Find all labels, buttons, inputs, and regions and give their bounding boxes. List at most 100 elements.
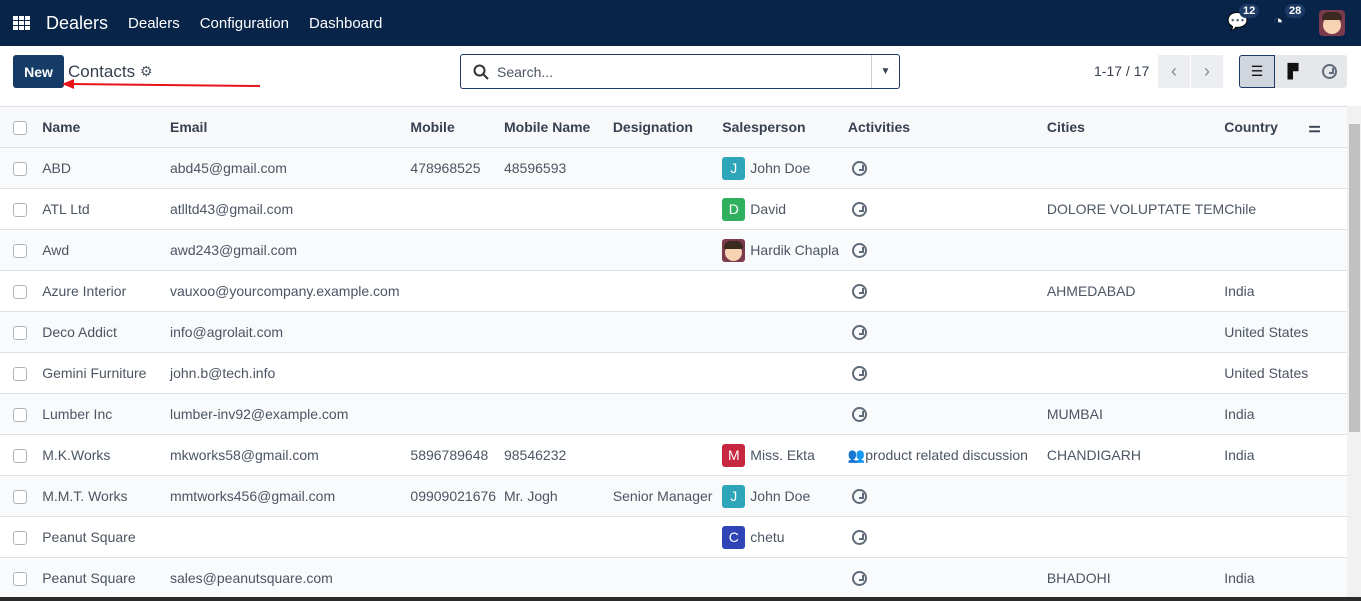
row-checkbox[interactable]: [13, 367, 27, 382]
salesperson[interactable]: M Miss. Ekta: [722, 443, 848, 467]
table-row[interactable]: Peanut Square Cchetu: [0, 516, 1347, 558]
messages-button[interactable]: 💬 12: [1227, 4, 1260, 34]
activity-summary[interactable]: product related discussion: [865, 447, 1028, 463]
salesperson[interactable]: Cchetu: [722, 525, 848, 549]
pager-next-button[interactable]: ›: [1191, 55, 1223, 88]
cell-mobile: [410, 311, 504, 353]
row-checkbox[interactable]: [13, 326, 27, 341]
cell-mobile: [410, 352, 504, 394]
cell-mobile-name: [503, 229, 613, 271]
row-checkbox[interactable]: [13, 449, 27, 464]
cell-email: mkworks58@gmail.com: [169, 434, 411, 476]
messages-count: 12: [1239, 4, 1260, 18]
row-checkbox[interactable]: [13, 490, 27, 505]
table-row[interactable]: M.K.Works mkworks58@gmail.com 5896789648 98…: [0, 434, 1347, 476]
salesperson-avatar: J: [722, 156, 746, 180]
salesperson[interactable]: Hardik Chapla: [722, 238, 848, 262]
cell-designation: [612, 270, 723, 312]
cell-salesperson: J John Doe: [722, 147, 848, 189]
cell-mobile: [410, 229, 504, 271]
cell-name: ATL Ltd: [42, 188, 170, 230]
column-mobile[interactable]: Mobile: [410, 106, 504, 148]
row-checkbox[interactable]: [13, 162, 27, 177]
app-brand[interactable]: Dealers: [46, 13, 108, 34]
cell-email: vauxoo@yourcompany.example.com: [169, 270, 411, 312]
activity-clock-icon[interactable]: [851, 284, 867, 300]
search-options-toggle[interactable]: ▼: [871, 55, 899, 88]
cell-mobile-name: Mr. Jogh: [503, 475, 613, 517]
scrollbar-thumb[interactable]: [1349, 124, 1360, 432]
activity-clock-icon[interactable]: [851, 571, 867, 587]
cell-activities: [847, 516, 1047, 558]
activity-clock-icon[interactable]: [851, 243, 867, 259]
cell-salesperson: [722, 352, 848, 394]
meeting-icon[interactable]: 👥: [848, 447, 865, 463]
row-checkbox[interactable]: [13, 285, 27, 300]
kanban-view-button[interactable]: ▛: [1275, 55, 1311, 88]
row-checkbox[interactable]: [13, 408, 27, 423]
menu-dealers[interactable]: Dealers: [128, 15, 180, 32]
row-checkbox[interactable]: [13, 244, 27, 259]
salesperson[interactable]: D David: [722, 197, 848, 221]
salesperson[interactable]: J John Doe: [722, 484, 848, 508]
cell-name: Azure Interior: [42, 270, 170, 312]
activity-clock-icon[interactable]: [851, 325, 867, 341]
salesperson[interactable]: J John Doe: [722, 156, 848, 180]
column-name[interactable]: Name: [42, 106, 170, 148]
new-button[interactable]: New: [13, 55, 64, 88]
activity-clock-icon[interactable]: [851, 161, 867, 177]
activities-button[interactable]: ◔ 28: [1273, 4, 1306, 34]
search-input[interactable]: [497, 63, 871, 80]
salesperson-name: David: [750, 201, 787, 217]
cell-salesperson: [722, 393, 848, 435]
menu-configuration[interactable]: Configuration: [200, 15, 289, 32]
cell-salesperson: Hardik Chapla: [722, 229, 848, 271]
row-checkbox[interactable]: [13, 531, 27, 546]
activity-clock-icon[interactable]: [851, 489, 867, 505]
pager-previous-button[interactable]: ‹: [1158, 55, 1190, 88]
table-row[interactable]: Deco Addict info@agrolait.com United State…: [0, 311, 1347, 353]
cell-email: mmtworks456@gmail.com: [169, 475, 411, 517]
table-row[interactable]: ATL Ltd atlltd43@gmail.com D David DOLORE VO…: [0, 188, 1347, 230]
column-email[interactable]: Email: [169, 106, 411, 148]
annotation-arrow-icon: [62, 79, 261, 89]
cell-country: [1224, 229, 1309, 271]
activity-clock-icon[interactable]: [851, 366, 867, 382]
table-row[interactable]: Gemini Furniture john.b@tech.info United S…: [0, 352, 1347, 394]
select-all-checkbox[interactable]: [13, 121, 27, 136]
column-activities[interactable]: Activities: [847, 106, 1047, 148]
user-avatar[interactable]: [1319, 10, 1345, 36]
activity-clock-icon[interactable]: [851, 407, 867, 423]
table-row[interactable]: Peanut Square sales@peanutsquare.com BHADO…: [0, 557, 1347, 599]
cell-designation: Senior Manager: [612, 475, 723, 517]
activity-view-button[interactable]: [1311, 55, 1347, 88]
activity-clock-icon[interactable]: [851, 202, 867, 218]
row-checkbox[interactable]: [13, 203, 27, 218]
column-designation[interactable]: Designation: [612, 106, 723, 148]
cell-empty: [1308, 188, 1347, 230]
column-salesperson[interactable]: Salesperson: [722, 106, 848, 148]
table-row[interactable]: Lumber Inc lumber-inv92@example.com MUMBAI…: [0, 393, 1347, 435]
cell-name: Gemini Furniture: [42, 352, 170, 394]
cell-mobile-name: [503, 557, 613, 599]
cell-email: lumber-inv92@example.com: [169, 393, 411, 435]
table-row[interactable]: ABD abd45@gmail.com 478968525 48596593 J John…: [0, 147, 1347, 189]
table-row[interactable]: Awd awd243@gmail.com Hardik Chapla: [0, 229, 1347, 271]
menu-dashboard[interactable]: Dashboard: [309, 15, 382, 32]
apps-menu-icon[interactable]: [13, 16, 31, 30]
cell-mobile: 5896789648: [410, 434, 504, 476]
cell-salesperson: [722, 311, 848, 353]
cell-designation: [612, 393, 723, 435]
cell-empty: [1308, 516, 1347, 558]
column-cities[interactable]: Cities: [1046, 106, 1225, 148]
column-mobile-name[interactable]: Mobile Name: [503, 106, 613, 148]
row-checkbox[interactable]: [13, 572, 27, 587]
table-row[interactable]: Azure Interior vauxoo@yourcompany.example…: [0, 270, 1347, 312]
column-country[interactable]: Country: [1224, 106, 1309, 148]
table-row[interactable]: M.M.T. Works mmtworks456@gmail.com 0990902…: [0, 475, 1347, 517]
cell-city: CHANDIGARH: [1046, 434, 1225, 476]
list-view-button[interactable]: ☰: [1239, 55, 1275, 88]
optional-columns-toggle-icon[interactable]: ⚌: [1308, 119, 1321, 135]
activity-clock-icon[interactable]: [851, 530, 867, 546]
pager-value[interactable]: 1-17 / 17: [1094, 63, 1149, 79]
